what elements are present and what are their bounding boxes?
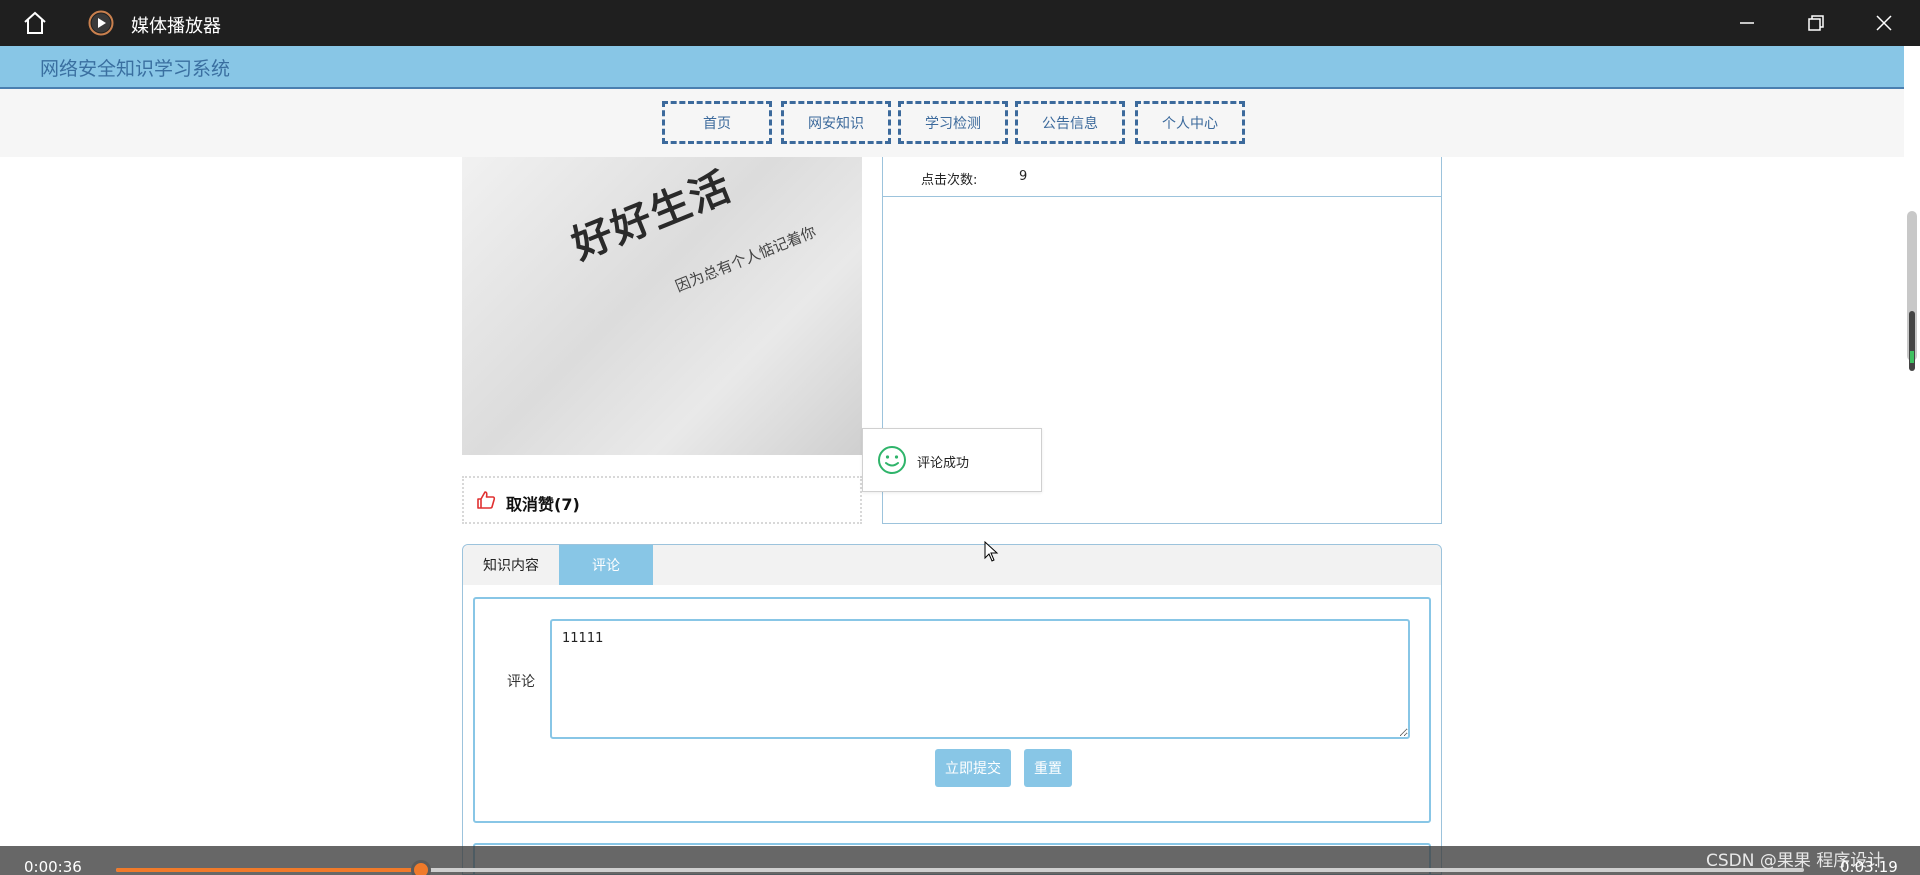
window-titlebar: 媒体播放器 bbox=[0, 0, 1920, 46]
content-tabs: 知识内容 评论 评论 11111 立即提交 重置 bbox=[462, 544, 1442, 875]
home-icon[interactable] bbox=[22, 11, 48, 35]
tabs-header: 知识内容 评论 bbox=[463, 545, 1441, 585]
progress-fill bbox=[116, 868, 422, 872]
restore-icon[interactable] bbox=[1805, 12, 1827, 34]
smile-icon bbox=[878, 446, 906, 474]
play-circle-icon bbox=[88, 10, 114, 36]
mouse-cursor-icon bbox=[984, 541, 999, 562]
total-time: 0:03:19 bbox=[1840, 858, 1898, 875]
page-scrollbar[interactable] bbox=[1904, 46, 1920, 846]
progress-track[interactable] bbox=[116, 860, 1804, 875]
nav-item-knowledge[interactable]: 网安知识 bbox=[781, 101, 891, 144]
scrollbar-indicator bbox=[1910, 351, 1914, 363]
site-title: 网络安全知识学习系统 bbox=[40, 58, 231, 80]
nav-item-notice[interactable]: 公告信息 bbox=[1015, 101, 1125, 144]
tab-comment[interactable]: 评论 bbox=[559, 545, 653, 585]
like-label[interactable]: 取消赞(7) bbox=[506, 491, 580, 515]
media-player-bar: 0:00:36 CSDN @果果 程序设计 0:03:19 bbox=[0, 846, 1920, 875]
close-icon[interactable] bbox=[1873, 12, 1895, 34]
current-time: 0:00:36 bbox=[24, 858, 82, 875]
minimize-icon[interactable] bbox=[1736, 12, 1758, 34]
info-row: 点击次数: 9 bbox=[883, 157, 1441, 197]
tab-knowledge-content[interactable]: 知识内容 bbox=[463, 545, 559, 585]
comment-textarea[interactable]: 11111 bbox=[550, 619, 1410, 739]
comment-label: 评论 bbox=[507, 674, 535, 690]
reset-button[interactable]: 重置 bbox=[1024, 749, 1072, 787]
info-label-clicks: 点击次数: bbox=[921, 173, 978, 188]
window-title: 媒体播放器 bbox=[131, 16, 221, 37]
knowledge-image: 好好生活 因为总有个人惦记着你 bbox=[462, 157, 862, 455]
nav-item-test[interactable]: 学习检测 bbox=[898, 101, 1008, 144]
main-nav: 首页 网安知识 学习检测 公告信息 个人中心 bbox=[0, 89, 1904, 157]
like-box[interactable]: 取消赞(7) bbox=[462, 476, 862, 524]
image-text-sub: 因为总有个人惦记着你 bbox=[672, 222, 819, 296]
submit-button[interactable]: 立即提交 bbox=[935, 749, 1011, 787]
nav-item-home[interactable]: 首页 bbox=[662, 101, 772, 144]
nav-item-profile[interactable]: 个人中心 bbox=[1135, 101, 1245, 144]
thumbs-up-icon[interactable] bbox=[476, 490, 496, 510]
toast-message: 评论成功 bbox=[862, 428, 1042, 492]
info-value-clicks: 9 bbox=[1019, 169, 1028, 184]
progress-knob[interactable] bbox=[411, 860, 432, 875]
toast-text: 评论成功 bbox=[917, 456, 970, 471]
image-text-main: 好好生活 bbox=[565, 163, 739, 269]
comment-form: 评论 11111 立即提交 重置 bbox=[473, 597, 1431, 823]
site-header: 网络安全知识学习系统 bbox=[0, 46, 1904, 89]
